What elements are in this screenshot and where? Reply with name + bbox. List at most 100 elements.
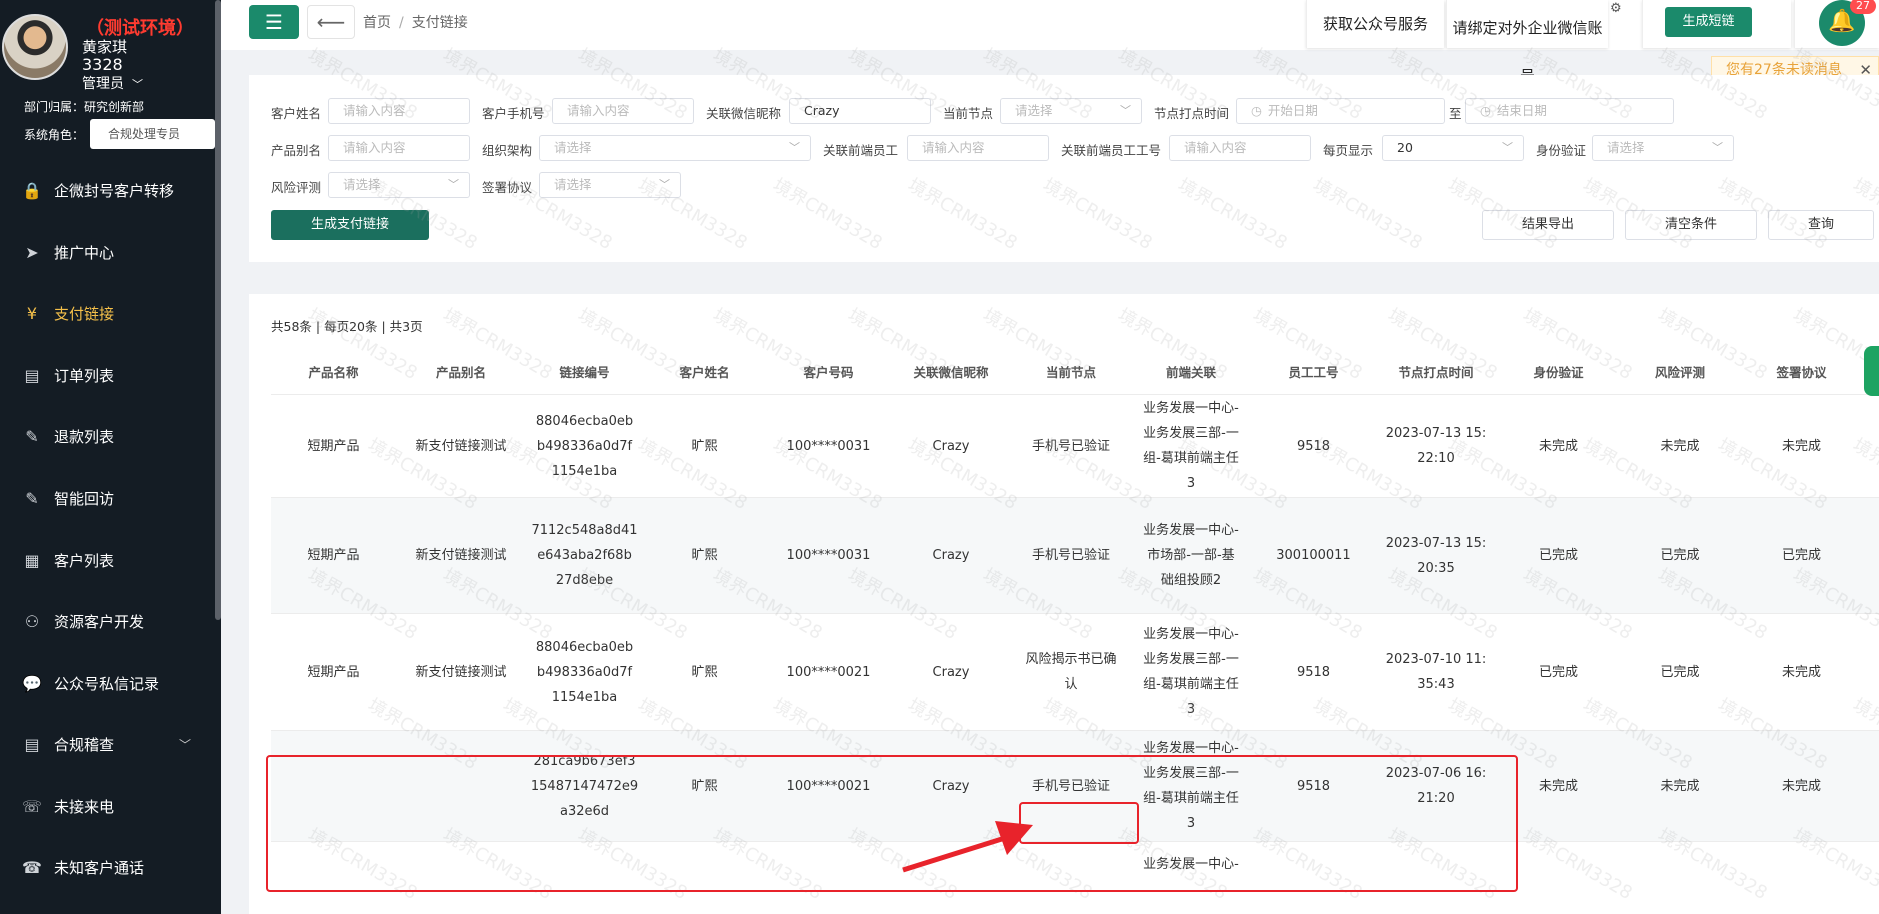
column-header: 签署协议 bbox=[1776, 364, 1827, 380]
table-row[interactable]: 短期产品 新支付链接测试 7112c548a8d41 e643aba2f68b 27d8… bbox=[271, 497, 1879, 613]
sidebar-item-label: 推广中心 bbox=[54, 243, 115, 262]
sidebar-item-1[interactable]: 🔒 企微封号客户转移 bbox=[0, 165, 215, 215]
cell-line: 7112c548a8d41 bbox=[531, 523, 638, 538]
page-size-select[interactable]: 20 ﹀ bbox=[1382, 135, 1524, 161]
sidebar-item-10[interactable]: ▤ 合规稽查 ﹀ bbox=[0, 719, 215, 769]
sidebar-item-7[interactable]: ▦ 客户列表 bbox=[0, 535, 215, 585]
sidebar-item-3[interactable]: ¥ 支付链接 bbox=[0, 288, 215, 338]
wechat-nick-input[interactable]: Crazy bbox=[789, 98, 931, 124]
sidebar-item-label: 合规稽查 bbox=[54, 735, 115, 754]
table-row[interactable]: 短期产品 新支付链接测试 88046ecba0eb b498336a0d7f 1154e… bbox=[271, 394, 1879, 497]
user-name: 黄家琪 bbox=[82, 38, 128, 56]
side-tab[interactable] bbox=[1864, 346, 1879, 396]
column-header: 链接编号 bbox=[559, 364, 610, 380]
table-row[interactable]: 短期产品 新支付链接测试 88046ecba0eb b498336a0d7f 1154e… bbox=[271, 613, 1879, 730]
wechat-nick-label: 关联微信昵称 bbox=[706, 106, 782, 121]
generate-pay-link-button[interactable]: 生成支付链接 bbox=[271, 210, 429, 240]
cell-line: 27d8ebe bbox=[555, 573, 614, 588]
clock-icon: ◷ bbox=[1251, 103, 1262, 118]
phone-icon: ☎ bbox=[22, 857, 42, 877]
sign-agreement-label: 签署协议 bbox=[482, 180, 533, 195]
sidebar-item-label: 退款列表 bbox=[54, 427, 115, 446]
table-cell-sign bbox=[1739, 842, 1864, 914]
column-header: 客户号码 bbox=[803, 364, 854, 380]
cell-line: 业务发展三部-一 bbox=[1143, 652, 1239, 667]
user-role: 管理员 bbox=[82, 76, 124, 92]
clear-button[interactable]: 清空条件 bbox=[1625, 210, 1757, 240]
sidebar-item-5[interactable]: ✎ 退款列表 bbox=[0, 411, 215, 461]
end-date-input[interactable]: ◷ 结束日期 bbox=[1465, 98, 1674, 124]
product-alias-label: 产品别名 bbox=[271, 143, 322, 158]
sidebar-scrollbar[interactable] bbox=[215, 0, 221, 620]
table-cell-risk: 已完成 bbox=[1660, 548, 1700, 563]
column-header: 前端关联 bbox=[1165, 364, 1216, 380]
customer-name-input[interactable]: 请输入内容 bbox=[328, 98, 470, 124]
export-button[interactable]: 结果导出 bbox=[1482, 210, 1614, 240]
breadcrumb-separator: / bbox=[399, 15, 404, 31]
table-cell-frontend: 业务发展一中心- 业务发展三部-一 组-葛琪前端主任 3 bbox=[1131, 395, 1251, 497]
current-node-select[interactable]: 请选择 ﹀ bbox=[1000, 98, 1142, 124]
cell-line: 1154e1ba bbox=[551, 689, 618, 705]
table-cell-alias: 新支付链接测试 bbox=[415, 438, 507, 454]
frontend-staff-input[interactable]: 请输入内容 bbox=[907, 135, 1049, 161]
product-alias-input[interactable]: 请输入内容 bbox=[328, 135, 470, 161]
cell-line: 35:43 bbox=[1417, 677, 1455, 692]
clock-icon: ◷ bbox=[1480, 103, 1491, 118]
chevron-down-icon: ﹀ bbox=[1120, 104, 1131, 117]
back-button[interactable]: ⟵ bbox=[307, 5, 355, 39]
page-size-label: 每页显示 bbox=[1323, 143, 1374, 158]
sys-role-select[interactable]: 合规处理专员 bbox=[90, 119, 215, 149]
gear-icon[interactable]: ⚙ bbox=[1610, 1, 1622, 16]
generate-short-link-button[interactable]: 生成短链 bbox=[1665, 7, 1752, 37]
wechat-service-button[interactable]: 获取公众号服务 bbox=[1306, 0, 1444, 48]
sidebar-item-4[interactable]: ▤ 订单列表 bbox=[0, 350, 215, 400]
table-cell-staff-no: 300100011 bbox=[1276, 548, 1351, 563]
arrow-left-icon: ⟵ bbox=[316, 10, 346, 34]
id-verify-placeholder: 请选择 bbox=[1607, 140, 1645, 155]
table-cell-time: 2023-07-10 11: 35:43 bbox=[1376, 614, 1496, 730]
edit-icon: ✎ bbox=[25, 426, 39, 446]
avatar[interactable] bbox=[2, 14, 68, 80]
cell-line: e643aba2f68b bbox=[537, 548, 632, 563]
table-cell-staff-no: 9518 bbox=[1296, 664, 1331, 680]
breadcrumb-home[interactable]: 首页 bbox=[363, 15, 391, 31]
column-header: 产品别名 bbox=[435, 364, 486, 380]
sys-role-value: 合规处理专员 bbox=[108, 127, 181, 141]
user-role-dropdown[interactable]: 管理员 ﹀ bbox=[82, 73, 143, 93]
risk-eval-label: 风险评测 bbox=[271, 180, 322, 195]
bind-wecom-button[interactable]: 请绑定对外企业微信账号 bbox=[1446, 0, 1608, 85]
table-cell-staff-no: 9518 bbox=[1296, 438, 1331, 454]
query-button[interactable]: 查询 bbox=[1768, 210, 1874, 240]
table-cell-frontend: 业务发展一中心- 业务发展三部-一 组-葛琪前端主任 3 bbox=[1131, 614, 1251, 730]
customer-phone-input[interactable]: 请输入内容 bbox=[552, 98, 694, 124]
table-cell-alias: 新支付链接测试 bbox=[415, 548, 507, 563]
sidebar-item-12[interactable]: ☎ 未知客户通话 bbox=[0, 842, 215, 892]
cell-line: 市场部-一部-基 bbox=[1147, 548, 1235, 563]
sidebar-item-label: 公众号私信记录 bbox=[54, 674, 160, 693]
table-cell-sign: 未完成 bbox=[1781, 438, 1821, 454]
cell-line: 组-葛琪前端主任 bbox=[1143, 677, 1239, 692]
table-cell-frontend: 业务发展一中心- 市场部-一部-基 础组投顾2 bbox=[1131, 498, 1251, 613]
risk-eval-select[interactable]: 请选择 ﹀ bbox=[328, 172, 470, 198]
table-header: 产品名称 产品别名 链接编号 客户姓名 客户号码 关联微信昵称 当前节点 前端关联 员工工号 节点… bbox=[271, 352, 1879, 392]
sidebar: （测试环境） 黄家琪 3328 管理员 ﹀ 部门归属：研究创新部 系统角色： 合规… bbox=[0, 0, 221, 914]
table-cell-alias: 新支付链接测试 bbox=[415, 664, 507, 680]
sidebar-item-11[interactable]: ☏ 未接来电 bbox=[0, 781, 215, 831]
org-placeholder: 请选择 bbox=[554, 140, 592, 155]
org-select[interactable]: 请选择 ﹀ bbox=[539, 135, 811, 161]
sidebar-item-9[interactable]: 💬 公众号私信记录 bbox=[0, 658, 215, 708]
table-cell-sign: 未完成 bbox=[1781, 778, 1821, 794]
frontend-staff-no-input[interactable]: 请输入内容 bbox=[1169, 135, 1311, 161]
chevron-down-icon: ﹀ bbox=[659, 178, 670, 191]
sign-agreement-select[interactable]: 请选择 ﹀ bbox=[539, 172, 681, 198]
edit-icon: ✎ bbox=[25, 488, 39, 508]
table-cell-name: 旷熙 bbox=[691, 548, 718, 563]
table-summary: 共58条 | 每页20条 | 共3页 bbox=[271, 319, 423, 334]
sidebar-item-6[interactable]: ✎ 智能回访 bbox=[0, 473, 215, 523]
sidebar-item-8[interactable]: ⚇ 资源客户开发 bbox=[0, 596, 215, 646]
id-verify-select[interactable]: 请选择 ﹀ bbox=[1592, 135, 1734, 161]
sidebar-item-2[interactable]: ➤ 推广中心 bbox=[0, 227, 215, 277]
start-date-input[interactable]: ◷ 开始日期 bbox=[1236, 98, 1445, 124]
cell-line: 业务发展一中心- bbox=[1143, 523, 1239, 538]
menu-toggle-button[interactable]: ☰ bbox=[249, 5, 299, 39]
